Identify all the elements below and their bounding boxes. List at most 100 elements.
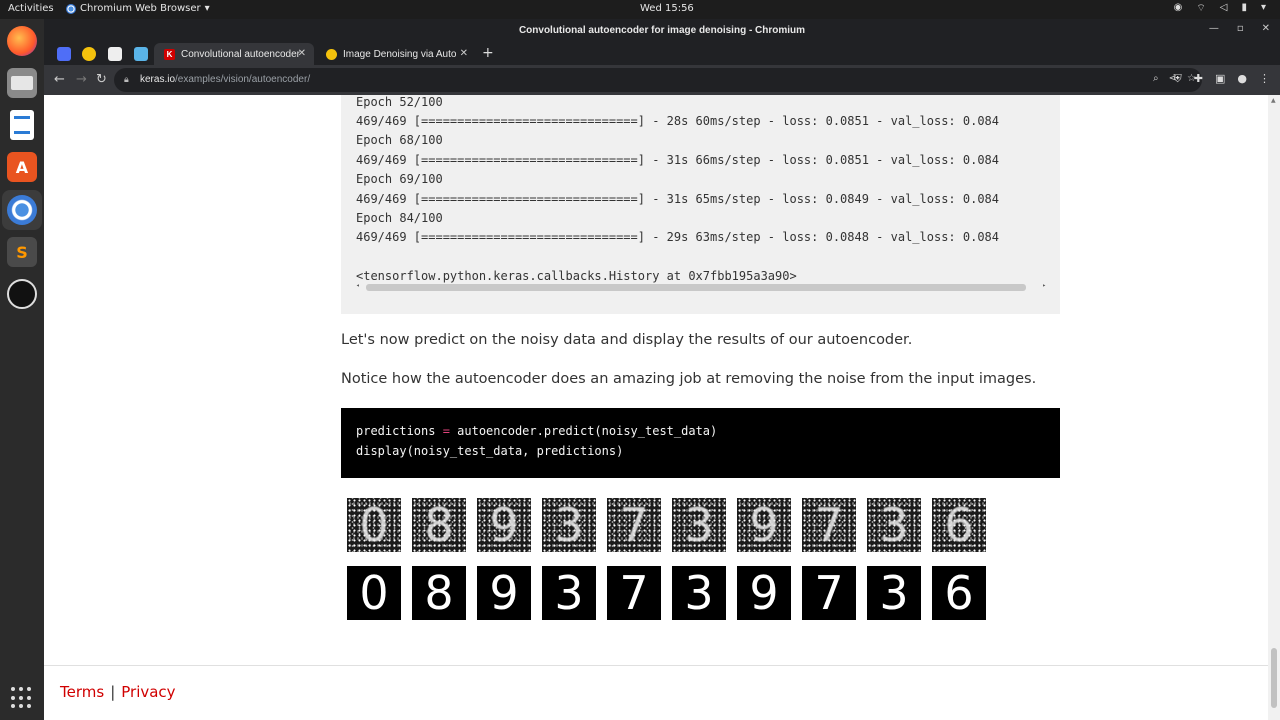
clock[interactable]: Wed 15:56 xyxy=(640,3,694,14)
reload-icon[interactable]: ↻ xyxy=(96,72,107,87)
profile-icon[interactable]: ● xyxy=(1237,72,1247,86)
digit-glyph: 9 xyxy=(749,566,779,620)
code-line: display(noisy_test_data, predictions) xyxy=(356,444,624,458)
back-icon[interactable]: ← xyxy=(54,72,65,87)
digit-glyph: 9 xyxy=(489,566,519,620)
privacy-link[interactable]: Privacy xyxy=(121,683,175,701)
digit-glyph: 6 xyxy=(944,498,974,552)
scrollbar-thumb[interactable] xyxy=(1271,648,1277,708)
chromium-icon[interactable] xyxy=(7,195,37,225)
digit-glyph: 3 xyxy=(879,498,909,552)
digit-glyph: 9 xyxy=(489,498,519,552)
pinned-tab-docs[interactable] xyxy=(57,47,71,61)
minimize-icon[interactable]: — xyxy=(1209,23,1219,34)
sidebar-icon[interactable]: ▣ xyxy=(1215,72,1225,86)
pinned-tab-yellow[interactable] xyxy=(82,47,96,61)
noisy-digit-image: 7 xyxy=(802,498,856,552)
software-center-icon[interactable]: A xyxy=(7,152,37,182)
files-icon[interactable] xyxy=(7,68,37,98)
favicon xyxy=(326,48,337,60)
scrollbar-thumb[interactable] xyxy=(366,284,1026,291)
footer-divider xyxy=(44,665,1268,666)
output-line: <tensorflow.python.keras.callbacks.Histo… xyxy=(356,269,797,283)
noisy-digit-image: 6 xyxy=(932,498,986,552)
horizontal-scrollbar[interactable]: ◂ ▸ xyxy=(356,282,1046,291)
keras-favicon: K xyxy=(164,48,175,60)
window-titlebar: Convolutional autoencoder for image deno… xyxy=(44,19,1280,43)
scroll-up-icon[interactable]: ▲ xyxy=(1271,97,1276,104)
denoised-digit-image: 8 xyxy=(412,566,466,620)
lock-icon[interactable]: 🔒︎ xyxy=(124,74,129,85)
tab-label: Image Denoising via Auto xyxy=(343,48,457,60)
digit-glyph: 0 xyxy=(359,566,389,620)
tab-image-denoising[interactable]: Image Denoising via Auto ✕ xyxy=(316,43,476,65)
digit-glyph: 3 xyxy=(554,498,584,552)
address-bar[interactable]: 🔒︎ keras.io/examples/vision/autoencoder/… xyxy=(114,68,1202,92)
output-line: Epoch 69/100 xyxy=(356,172,443,186)
battery-icon: ▮ xyxy=(1241,2,1247,13)
training-output-block: Epoch 52/100 469/469 [==================… xyxy=(341,95,1060,314)
activities-button[interactable]: Activities xyxy=(8,3,54,14)
sublime-text-icon[interactable]: S xyxy=(7,237,37,267)
system-top-bar: Activities Chromium Web Browser ▾ Wed 15… xyxy=(0,0,1280,19)
output-line: Epoch 84/100 xyxy=(356,211,443,225)
window-title: Convolutional autoencoder for image deno… xyxy=(518,25,806,36)
denoised-digit-image: 3 xyxy=(542,566,596,620)
show-apps-grid-icon[interactable] xyxy=(11,687,33,709)
close-icon[interactable]: ✕ xyxy=(460,48,468,59)
forward-icon[interactable]: → xyxy=(76,72,87,87)
chromium-icon xyxy=(66,3,76,14)
shield-icon[interactable]: ⛨ xyxy=(1174,72,1182,86)
noisy-digit-image: 3 xyxy=(542,498,596,552)
denoised-digit-image: 3 xyxy=(672,566,726,620)
tab-strip: K Convolutional autoencoder ✕ Image Deno… xyxy=(44,43,1280,65)
extensions-icon[interactable]: ✚ xyxy=(1194,72,1203,86)
close-icon[interactable]: ✕ xyxy=(298,48,306,59)
output-line: Epoch 68/100 xyxy=(356,133,443,147)
app-menu[interactable]: Chromium Web Browser ▾ xyxy=(66,3,210,14)
page-viewport: Epoch 52/100 469/469 [==================… xyxy=(44,95,1280,720)
output-line: 469/469 [==============================]… xyxy=(356,230,999,244)
obs-icon[interactable] xyxy=(7,279,37,309)
noisy-digit-image: 7 xyxy=(607,498,661,552)
denoised-digit-image: 0 xyxy=(347,566,401,620)
digit-glyph: 3 xyxy=(684,498,714,552)
noisy-digit-image: 3 xyxy=(867,498,921,552)
paragraph-notice: Notice how the autoencoder does an amazi… xyxy=(341,371,1037,387)
scroll-left-icon[interactable]: ◂ xyxy=(356,282,360,289)
wifi-icon: ⌔ xyxy=(1196,3,1206,14)
pinned-tab-page[interactable] xyxy=(108,47,122,61)
footer-separator: | xyxy=(110,683,116,701)
denoised-digit-image: 9 xyxy=(477,566,531,620)
menu-icon[interactable]: ⋮ xyxy=(1259,72,1270,86)
vertical-scrollbar[interactable]: ▲ xyxy=(1268,95,1280,720)
digit-glyph: 7 xyxy=(814,566,844,620)
digit-glyph: 0 xyxy=(359,498,389,552)
paragraph-predict: Let's now predict on the noisy data and … xyxy=(341,332,913,348)
scroll-right-icon[interactable]: ▸ xyxy=(1042,282,1046,289)
tab-convolutional-autoencoder[interactable]: K Convolutional autoencoder ✕ xyxy=(154,43,314,65)
terms-link[interactable]: Terms xyxy=(60,683,104,701)
code-token: autoencoder.predict(noisy_test_data) xyxy=(449,424,718,438)
noisy-digit-image: 8 xyxy=(412,498,466,552)
digit-glyph: 7 xyxy=(619,498,649,552)
chevron-down-icon: ▾ xyxy=(204,3,210,14)
digit-glyph: 7 xyxy=(814,498,844,552)
url-path: /examples/vision/autoencoder/ xyxy=(175,74,311,85)
denoised-digit-image: 7 xyxy=(607,566,661,620)
system-tray[interactable]: ◉ ⌔ ◁ ▮ ▾ xyxy=(1174,2,1266,15)
digit-glyph: 3 xyxy=(554,566,584,620)
maximize-icon[interactable]: ▫ xyxy=(1237,23,1244,34)
app-menu-label: Chromium Web Browser xyxy=(80,3,201,14)
pinned-tab-ext[interactable] xyxy=(134,47,148,61)
zoom-icon[interactable]: ⌕ xyxy=(1153,73,1159,84)
close-icon[interactable]: ✕ xyxy=(1262,23,1270,34)
output-line: Epoch 52/100 xyxy=(356,95,443,109)
denoised-digit-image: 6 xyxy=(932,566,986,620)
steam-icon[interactable]: ◉ xyxy=(1174,2,1183,15)
digit-glyph: 3 xyxy=(684,566,714,620)
firefox-icon[interactable] xyxy=(7,26,37,56)
new-tab-button[interactable]: + xyxy=(482,45,494,61)
browser-toolbar: ← → ↻ 🔒︎ keras.io/examples/vision/autoen… xyxy=(44,65,1280,95)
writer-icon[interactable] xyxy=(10,110,34,140)
